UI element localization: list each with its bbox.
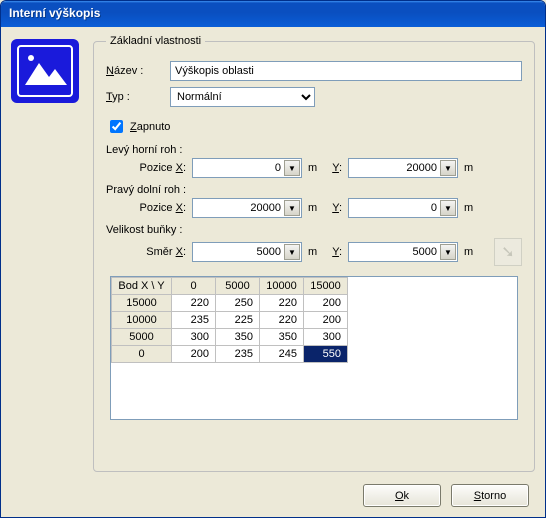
name-input[interactable] <box>170 61 522 81</box>
unit-m: m <box>308 246 322 258</box>
grid-cell[interactable]: 300 <box>172 329 216 346</box>
grid-cell[interactable]: 225 <box>216 312 260 329</box>
elevation-table[interactable]: Bod X \ Y0500010000150001500022025022020… <box>110 276 518 420</box>
y-label-2: Y: <box>328 202 342 214</box>
topleft-label: Levý horní roh : <box>106 144 522 156</box>
app-icon <box>11 35 81 472</box>
ok-button[interactable]: OOkk <box>363 484 441 507</box>
grid-cell[interactable]: 220 <box>260 312 304 329</box>
grid-cell[interactable]: 200 <box>304 312 348 329</box>
apply-arrow-button: ➘ <box>494 238 522 266</box>
grid-cell[interactable]: 220 <box>260 295 304 312</box>
grid-cell[interactable]: 250 <box>216 295 260 312</box>
grid-cell[interactable]: 235 <box>172 312 216 329</box>
y-label: Y: <box>328 162 342 174</box>
posx-label-2: Pozice X: <box>130 202 186 214</box>
bottomright-label: Pravý dolní roh : <box>106 184 522 196</box>
unit-m: m <box>464 202 478 214</box>
y-label-3: Y: <box>328 246 342 258</box>
type-label: Typ : <box>106 91 162 103</box>
chevron-down-icon[interactable]: ▼ <box>284 160 300 176</box>
grid-cell[interactable]: 300 <box>304 329 348 346</box>
group-legend: Základní vlastnosti <box>106 35 205 47</box>
grid-cell[interactable]: 235 <box>216 346 260 363</box>
chevron-down-icon[interactable]: ▼ <box>440 160 456 176</box>
chevron-down-icon[interactable]: ▼ <box>284 200 300 216</box>
name-label: NNázev :ázev : <box>106 65 162 77</box>
chevron-down-icon[interactable]: ▼ <box>284 244 300 260</box>
enabled-label: Zapnuto <box>130 121 170 133</box>
grid-col-header: 5000 <box>216 278 260 295</box>
grid-cell[interactable]: 245 <box>260 346 304 363</box>
topleft-x-input[interactable]: ▼ <box>192 158 302 178</box>
grid-cell[interactable]: 200 <box>304 295 348 312</box>
dirx-label: Směr X: <box>130 246 186 258</box>
grid-col-header: 15000 <box>304 278 348 295</box>
unit-m: m <box>464 162 478 174</box>
cancel-button[interactable]: StornoStorno <box>451 484 529 507</box>
posx-label: Pozice X: <box>130 162 186 174</box>
grid-col-header: 0 <box>172 278 216 295</box>
grid-row-header: 10000 <box>112 312 172 329</box>
unit-m: m <box>308 202 322 214</box>
grid-col-header: 10000 <box>260 278 304 295</box>
grid-cell[interactable]: 350 <box>216 329 260 346</box>
grid-row-header: 5000 <box>112 329 172 346</box>
window-titlebar: Interní výškopis <box>1 1 545 27</box>
bottomright-y-input[interactable]: ▼ <box>348 198 458 218</box>
grid-cell[interactable]: 550 <box>304 346 348 363</box>
grid-row-header: 15000 <box>112 295 172 312</box>
cellsize-label: Velikost buňky : <box>106 224 522 236</box>
cell-y-input[interactable]: ▼ <box>348 242 458 262</box>
unit-m: m <box>464 246 478 258</box>
grid-corner: Bod X \ Y <box>112 278 172 295</box>
bottomright-x-input[interactable]: ▼ <box>192 198 302 218</box>
cell-x-input[interactable]: ▼ <box>192 242 302 262</box>
window-title: Interní výškopis <box>9 6 100 20</box>
enabled-checkbox[interactable] <box>110 120 123 133</box>
unit-m: m <box>308 162 322 174</box>
topleft-y-input[interactable]: ▼ <box>348 158 458 178</box>
properties-group: Základní vlastnosti NNázev :ázev : Typ :… <box>93 35 535 472</box>
grid-cell[interactable]: 200 <box>172 346 216 363</box>
grid-cell[interactable]: 350 <box>260 329 304 346</box>
grid-row-header: 0 <box>112 346 172 363</box>
grid-cell[interactable]: 220 <box>172 295 216 312</box>
type-select[interactable]: Normální <box>170 87 315 107</box>
chevron-down-icon[interactable]: ▼ <box>440 244 456 260</box>
chevron-down-icon[interactable]: ▼ <box>440 200 456 216</box>
